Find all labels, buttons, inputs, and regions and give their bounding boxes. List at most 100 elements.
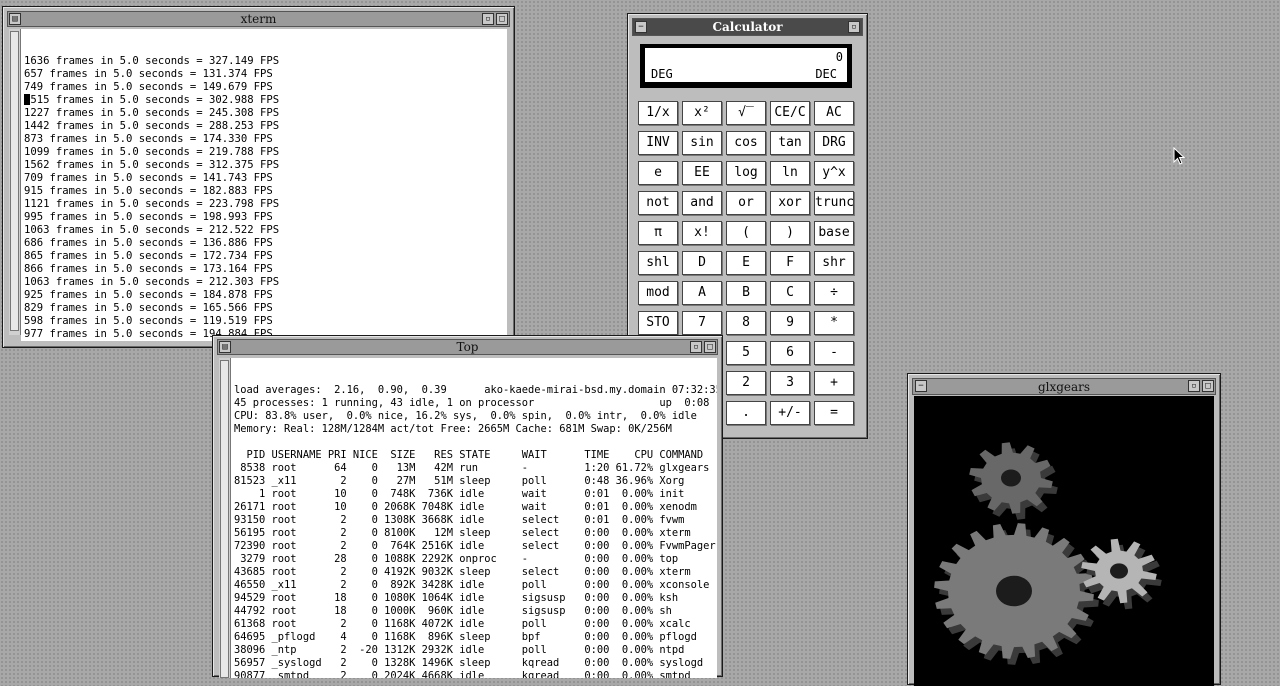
minimize-button[interactable]: ▫ [1188,380,1200,392]
calc-key[interactable]: E [726,251,766,275]
calc-key[interactable]: CE/C [770,101,810,125]
top-scrollbar[interactable] [219,358,231,678]
display-value: 0 [835,50,843,64]
calc-key[interactable]: cos [726,131,766,155]
terminal-line: 915 frames in 5.0 seconds = 182.883 FPS [24,185,273,197]
calc-key[interactable]: tan [770,131,810,155]
top-terminal[interactable]: load averages: 2.16, 0.90, 0.39 ako-kaed… [231,358,717,678]
calc-key[interactable]: C [770,281,810,305]
process-line: load averages: 2.16, 0.90, 0.39 ako-kaed… [234,384,717,396]
process-line: 44792 root 18 0 1000K 960K idle sigsusp … [234,605,672,617]
calc-key[interactable]: EE [682,161,722,185]
calc-key[interactable]: shl [638,251,678,275]
calc-key[interactable]: x! [682,221,722,245]
process-line: 56195 root 2 0 8100K 12M sleep select 0:… [234,527,691,539]
calc-key[interactable]: 8 [726,311,766,335]
calc-key[interactable]: +/- [770,401,810,425]
calc-key[interactable]: ) [770,221,810,245]
calc-key[interactable]: 1/x [638,101,678,125]
calc-key[interactable]: DRG [814,131,854,155]
calc-key[interactable]: F [770,251,810,275]
calc-key[interactable]: sin [682,131,722,155]
calc-key[interactable]: y^x [814,161,854,185]
angle-mode-indicator: DEG [651,67,673,81]
calc-key[interactable]: ln [770,161,810,185]
terminal-line: 1121 frames in 5.0 seconds = 223.798 FPS [24,198,280,210]
top-titlebar[interactable]: ▤ Top ▫ □ [217,339,718,355]
top-scrollbar-thumb[interactable] [220,360,229,678]
terminal-line: 1442 frames in 5.0 seconds = 288.253 FPS [24,120,280,132]
calc-key[interactable]: 3 [770,371,810,395]
maximize-button[interactable]: □ [1202,380,1214,392]
glxgears-window[interactable]: − glxgears ▫ □ [907,373,1221,686]
gear-right-hole [1110,563,1128,579]
process-line: 43685 root 2 0 4192K 9032K sleep select … [234,566,691,578]
calc-key[interactable]: base [814,221,854,245]
process-line: 90877 _smtpd 2 0 2024K 4668K idle kqread… [234,670,691,678]
minimize-button[interactable]: ▫ [690,341,702,353]
glxgears-titlebar[interactable]: − glxgears ▫ □ [912,378,1216,395]
xterm-scrollbar-thumb[interactable] [10,31,19,331]
maximize-button[interactable]: □ [704,341,716,353]
xterm-title: xterm [240,12,277,26]
xterm-titlebar[interactable]: ▤ xterm ▫ □ [7,11,510,27]
top-output: load averages: 2.16, 0.90, 0.39 ako-kaed… [234,384,717,678]
top-window[interactable]: ▤ Top ▫ □ load averages: 2.16, 0.90, 0.3… [212,335,723,678]
calc-key[interactable]: A [682,281,722,305]
calc-key[interactable]: ( [726,221,766,245]
top-gear [969,442,1058,520]
calc-key[interactable]: INV [638,131,678,155]
calc-key[interactable]: 9 [770,311,810,335]
xterm-scrollbar[interactable] [9,29,21,335]
calc-key[interactable]: not [638,191,678,215]
process-line: 81523 _x11 2 0 27M 51M sleep poll 0:48 3… [234,475,685,487]
calc-key[interactable]: log [726,161,766,185]
minimize-button[interactable]: ▫ [482,13,494,25]
calc-key[interactable]: and [682,191,722,215]
process-line [234,436,717,449]
calculator-titlebar[interactable]: − Calculator ▫ [632,18,863,36]
glxgears-canvas[interactable] [914,396,1214,686]
calc-key[interactable]: trunc [814,191,854,215]
gear-top-hole [1001,469,1021,487]
calc-key[interactable]: x² [682,101,722,125]
process-line: 94529 root 18 0 1080K 1064K idle sigsusp… [234,592,679,604]
calc-key[interactable]: shr [814,251,854,275]
calc-key[interactable]: 7 [682,311,722,335]
calc-key[interactable]: xor [770,191,810,215]
calc-key[interactable]: π [638,221,678,245]
calc-key[interactable]: - [814,341,854,365]
calc-key[interactable]: or [726,191,766,215]
calc-key[interactable]: ÷ [814,281,854,305]
calc-key[interactable]: e [638,161,678,185]
terminal-line: 709 frames in 5.0 seconds = 141.743 FPS [24,172,273,184]
process-line: 61368 root 2 0 1168K 4072K idle poll 0:0… [234,618,691,630]
close-button[interactable]: ▫ [848,21,860,33]
maximize-button[interactable]: □ [496,13,508,25]
calc-key[interactable]: STO [638,311,678,335]
calc-key[interactable]: + [814,371,854,395]
calc-key[interactable]: 5 [726,341,766,365]
terminal-line: 866 frames in 5.0 seconds = 173.164 FPS [24,263,273,275]
xterm-window[interactable]: ▤ xterm ▫ □ 1636 frames in 5.0 seconds =… [2,6,515,348]
calc-key[interactable]: √‾ [726,101,766,125]
glxgears-title: glxgears [1037,380,1091,394]
calc-key[interactable]: 6 [770,341,810,365]
calc-key[interactable]: D [682,251,722,275]
xterm-output: 1636 frames in 5.0 seconds = 327.149 FPS… [24,55,507,340]
terminal-line: 749 frames in 5.0 seconds = 149.679 FPS [24,81,273,93]
calc-key[interactable]: 2 [726,371,766,395]
top-title: Top [456,340,479,354]
calc-key[interactable]: = [814,401,854,425]
calc-key[interactable]: * [814,311,854,335]
calc-key[interactable]: AC [814,101,854,125]
mouse-pointer-icon [1173,147,1185,165]
process-line: PID USERNAME PRI NICE SIZE RES STATE WAI… [234,449,704,461]
calc-key[interactable]: . [726,401,766,425]
process-line: 46550 _x11 2 0 892K 3428K idle poll 0:00… [234,579,710,591]
xterm-terminal[interactable]: 1636 frames in 5.0 seconds = 327.149 FPS… [21,29,507,341]
calc-key[interactable]: B [726,281,766,305]
terminal-line: 995 frames in 5.0 seconds = 198.993 FPS [24,211,273,223]
gears-graphic [934,442,1162,665]
calc-key[interactable]: mod [638,281,678,305]
